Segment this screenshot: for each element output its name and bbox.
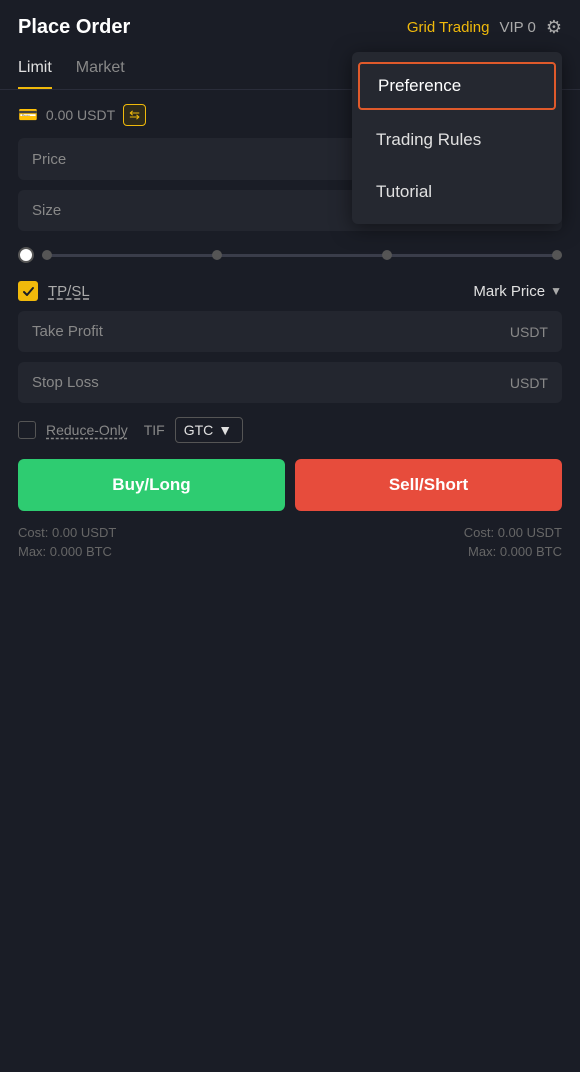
tpsl-checkbox[interactable] [18, 281, 38, 301]
slider-tick-4 [552, 250, 562, 260]
page-title: Place Order [18, 16, 130, 39]
mark-price-select[interactable]: Mark Price ▼ [473, 283, 562, 300]
check-icon [22, 285, 35, 298]
max-row: Max: 0.000 BTC Max: 0.000 BTC [18, 544, 562, 559]
buy-cost-label: Cost: 0.00 USDT [18, 525, 116, 540]
gtc-select[interactable]: GTC ▼ [175, 417, 243, 443]
sell-cost-label: Cost: 0.00 USDT [464, 525, 562, 540]
header: Place Order Grid Trading VIP 0 ⚙ [0, 0, 580, 49]
main-container: Place Order Grid Trading VIP 0 ⚙ Prefere… [0, 0, 580, 1072]
grid-trading-label[interactable]: Grid Trading [407, 19, 490, 36]
sell-max: Max: 0.000 BTC [468, 544, 562, 559]
slider-row[interactable] [18, 241, 562, 277]
slider-tick-2 [212, 250, 222, 260]
take-profit-unit: USDT [510, 324, 548, 340]
size-label: Size [32, 202, 61, 219]
slider-handle[interactable] [18, 247, 34, 263]
stop-loss-label: Stop Loss [32, 374, 99, 391]
sell-cost-label-text: Cost: [464, 525, 494, 540]
buy-max: Max: 0.000 BTC [18, 544, 112, 559]
buy-cost-value: 0.00 USDT [52, 525, 116, 540]
header-right: Grid Trading VIP 0 ⚙ [407, 17, 562, 38]
sell-max-label: Max: [468, 544, 496, 559]
buy-max-value: 0.000 BTC [50, 544, 112, 559]
reduce-only-checkbox[interactable] [18, 421, 36, 439]
dropdown-item-tutorial[interactable]: Tutorial [352, 166, 562, 218]
slider-ticks [42, 250, 562, 260]
buy-max-label: Max: [18, 544, 46, 559]
wallet-icon: 💳 [18, 105, 38, 125]
dropdown-menu: Preference Trading Rules Tutorial [352, 52, 562, 224]
sell-short-button[interactable]: Sell/Short [295, 459, 562, 511]
dropdown-item-trading-rules[interactable]: Trading Rules [352, 114, 562, 166]
mark-price-label: Mark Price [473, 283, 545, 300]
slider-tick-3 [382, 250, 392, 260]
balance-value: 0.00 USDT [46, 107, 115, 123]
stop-loss-row[interactable]: Stop Loss USDT [18, 362, 562, 403]
vip-label: VIP 0 [499, 19, 535, 36]
price-label: Price [32, 151, 66, 168]
dropdown-item-preference[interactable]: Preference [358, 62, 556, 110]
slider-tick-1 [42, 250, 52, 260]
tpsl-row: TP/SL Mark Price ▼ [18, 281, 562, 301]
tif-label: TIF [144, 422, 165, 438]
buy-long-button[interactable]: Buy/Long [18, 459, 285, 511]
take-profit-label: Take Profit [32, 323, 103, 340]
action-buttons: Buy/Long Sell/Short [18, 459, 562, 511]
gtc-chevron-icon: ▼ [218, 422, 232, 438]
buy-cost-label-text: Cost: [18, 525, 48, 540]
tpsl-label: TP/SL [48, 283, 463, 300]
take-profit-row[interactable]: Take Profit USDT [18, 311, 562, 352]
tab-market[interactable]: Market [76, 49, 125, 89]
chevron-down-icon: ▼ [550, 284, 562, 298]
transfer-button[interactable]: ⇆ [123, 104, 146, 126]
reduce-only-label: Reduce-Only [46, 422, 128, 438]
tab-limit[interactable]: Limit [18, 49, 52, 89]
stop-loss-unit: USDT [510, 375, 548, 391]
reduce-row: Reduce-Only TIF GTC ▼ [18, 417, 562, 443]
cost-row: Cost: 0.00 USDT Cost: 0.00 USDT [18, 525, 562, 540]
sell-max-value: 0.000 BTC [500, 544, 562, 559]
slider-track [42, 254, 562, 257]
settings-icon[interactable]: ⚙ [546, 17, 562, 38]
gtc-value: GTC [184, 422, 214, 438]
sell-cost-value: 0.00 USDT [498, 525, 562, 540]
